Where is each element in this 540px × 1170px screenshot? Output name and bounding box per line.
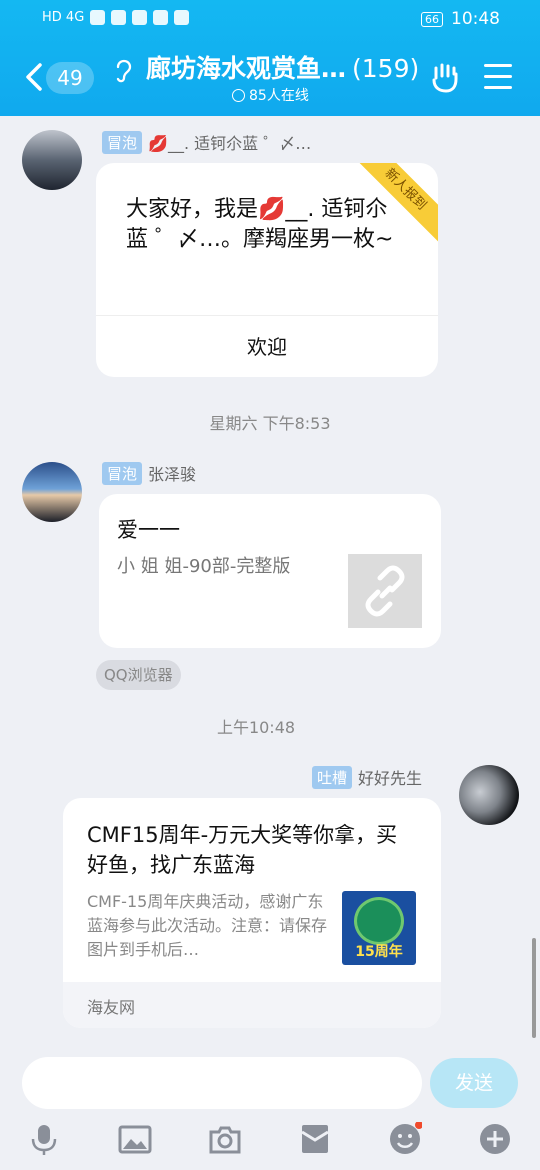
link-title: 爱一一	[117, 518, 180, 542]
link-icon	[365, 565, 405, 617]
notification-icon	[90, 10, 106, 25]
group-name: 廊坊海水观赏鱼…	[146, 54, 347, 83]
sender-name[interactable]: 张泽骏	[148, 461, 196, 485]
link-description: 小 姐 姐-90部-完整版	[117, 556, 291, 577]
status-right: 66 10:48	[421, 9, 500, 29]
image-icon[interactable]	[118, 1122, 152, 1156]
new-member-card[interactable]: 新人报到 大家好，我是💋__. 适钶尒蓝 ゜〆…。摩羯座男一枚~ 欢迎	[96, 163, 438, 377]
camera-icon[interactable]	[208, 1122, 242, 1156]
message-meta: 冒泡 张泽骏	[102, 461, 196, 485]
message-tag: 冒泡	[102, 461, 143, 485]
toolbar	[0, 1118, 540, 1170]
message-text: 大家好，我是💋__. 适钶尒蓝 ゜〆…。摩羯座男一枚~	[126, 197, 394, 252]
ear-icon[interactable]	[112, 55, 136, 83]
back-icon[interactable]	[22, 62, 46, 92]
article-source: 海友网	[87, 998, 136, 1017]
clock-time: 10:48	[451, 9, 500, 29]
group-title[interactable]: 廊坊海水观赏鱼… (159)	[146, 49, 419, 85]
message-tag: 吐槽	[312, 765, 353, 789]
fish-logo-icon	[354, 897, 404, 945]
welcome-button[interactable]: 欢迎	[96, 331, 438, 360]
message-meta: 吐槽 好好先生	[312, 765, 422, 789]
article-title: CMF15周年-万元大奖等你拿，买好鱼，找广东蓝海	[87, 823, 398, 877]
microphone-icon[interactable]	[27, 1122, 61, 1156]
wechat-icon	[111, 10, 127, 25]
online-status: 85人在线	[232, 85, 309, 105]
header: HD 4G 66 10:48 49 廊坊海水观赏鱼… (159) 85人在线	[0, 0, 540, 116]
article-footer: 海友网	[63, 982, 441, 1028]
sender-name[interactable]: 💋__. 适钶尒蓝 ゜〆…	[148, 130, 311, 154]
message-tag: 冒泡	[102, 130, 143, 154]
status-left: HD 4G	[42, 10, 190, 25]
send-button[interactable]: 发送	[430, 1058, 518, 1108]
network-label: HD 4G	[42, 10, 85, 25]
link-thumbnail	[348, 554, 422, 628]
thumbnail-label: 15周年	[355, 944, 403, 960]
avatar[interactable]	[22, 462, 82, 522]
source-pill[interactable]: QQ浏览器	[96, 660, 181, 690]
divider	[96, 315, 438, 316]
avatar[interactable]	[22, 130, 82, 190]
message-meta: 冒泡 💋__. 适钶尒蓝 ゜〆…	[102, 130, 311, 154]
emoji-icon[interactable]	[388, 1122, 422, 1156]
compass-icon	[174, 10, 190, 25]
menu-icon[interactable]	[484, 64, 512, 90]
alipay-icon	[132, 10, 148, 25]
timestamp: 星期六 下午8:53	[209, 414, 331, 433]
plus-icon[interactable]	[478, 1122, 512, 1156]
article-description: CMF-15周年庆典活动，感谢广东蓝海参与此次活动。注意：请保存图片到手机后…	[87, 892, 328, 959]
timestamp: 上午10:48	[216, 718, 296, 737]
unread-badge[interactable]: 49	[46, 62, 94, 94]
avatar[interactable]	[459, 765, 519, 825]
link-card[interactable]: 爱一一 小 姐 姐-90部-完整版	[99, 494, 441, 648]
scrollbar[interactable]	[532, 938, 536, 1038]
red-packet-icon[interactable]	[298, 1122, 332, 1156]
status-bar: HD 4G 66 10:48	[0, 0, 540, 40]
qq-icon	[153, 10, 169, 25]
article-thumbnail: 15周年	[342, 891, 416, 965]
online-count: 85人在线	[249, 88, 309, 104]
message-input[interactable]	[22, 1057, 422, 1109]
sender-name[interactable]: 好好先生	[358, 765, 422, 789]
member-count: (159)	[352, 54, 420, 83]
article-card[interactable]: CMF15周年-万元大奖等你拿，买好鱼，找广东蓝海 CMF-15周年庆典活动，感…	[63, 798, 441, 1028]
battery-icon: 66	[421, 11, 443, 27]
hand-gesture-icon[interactable]	[428, 60, 462, 94]
check-icon	[232, 88, 245, 102]
